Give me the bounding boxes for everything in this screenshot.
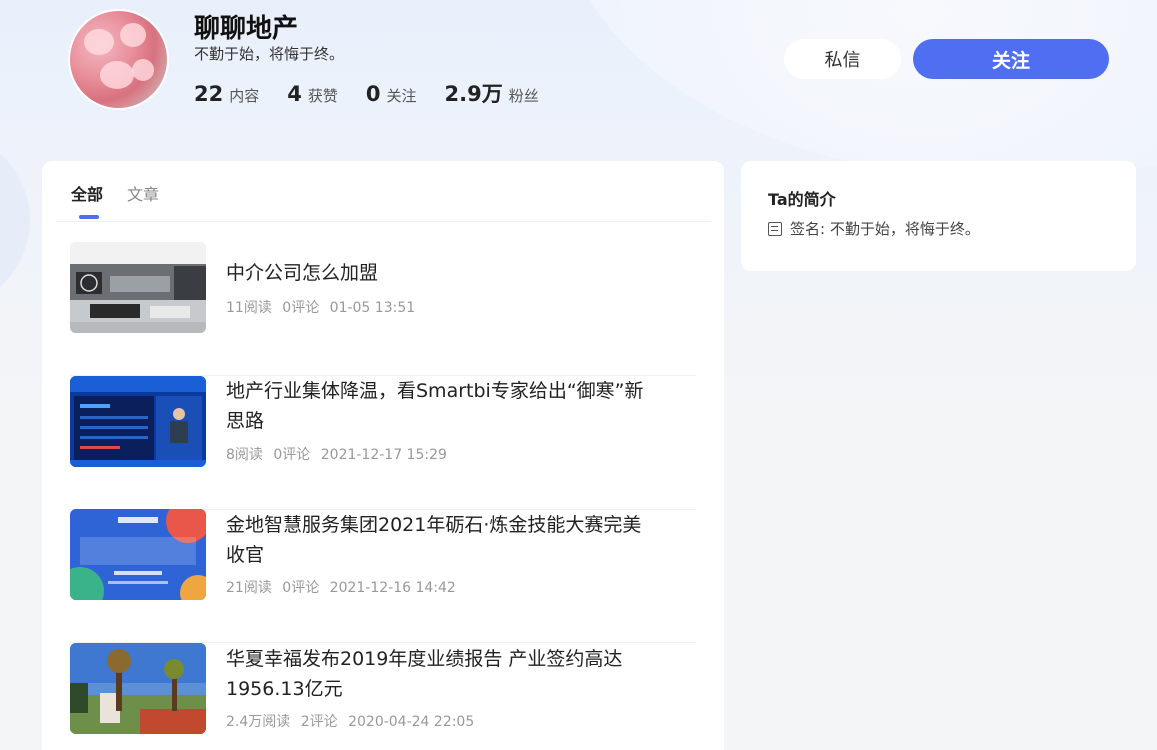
article-reads: 21阅读 [226,580,272,596]
intro-title: Ta的简介 [768,190,836,209]
article-title[interactable]: 中介公司怎么加盟 [226,258,646,288]
stat-content[interactable]: 22 内容 [194,82,259,106]
article-time: 2021-12-17 15:29 [320,447,447,463]
article-thumbnail[interactable] [70,376,206,467]
stat-label: 获赞 [307,87,338,105]
signature-icon [768,221,782,236]
article-title[interactable]: 地产行业集体降温，看Smartbi专家给出“御寒”新思路 [226,376,646,436]
profile-name: 聊聊地产 [194,14,299,44]
tab-articles[interactable]: 文章 [127,181,159,205]
list-item[interactable]: 华夏幸福发布2019年度业绩报告 产业签约高达1956.13亿元 2.4万阅读 … [70,643,696,750]
article-reads: 2.4万阅读 [226,714,291,730]
stat-label: 内容 [229,87,260,105]
stat-likes: 4 获赞 [287,82,338,106]
article-reads: 8阅读 [226,447,263,463]
intro-signature: 签名: 不勤于始，将悔于终。 [768,218,980,239]
article-comments: 0评论 [273,447,311,463]
article-comments: 0评论 [282,300,320,316]
list-item[interactable]: 地产行业集体降温，看Smartbi专家给出“御寒”新思路 8阅读 0评论 202… [70,376,696,510]
stat-followers[interactable]: 2.9万 粉丝 [445,78,539,108]
active-tab-indicator [79,215,99,219]
article-thumbnail[interactable] [70,509,206,600]
tab-all[interactable]: 全部 [71,181,103,205]
follow-button[interactable]: 关注 [913,39,1109,79]
profile-motto: 不勤于始，将悔于终。 [194,45,345,63]
article-thumbnail[interactable] [70,643,206,734]
avatar[interactable] [68,9,169,110]
content-card: 全部 文章 中介公司怎么加盟 11阅读 0评论 01-05 13:51 地产行业… [42,161,724,750]
article-time: 01-05 13:51 [329,300,416,316]
profile-stats: 22 内容 4 获赞 0 关注 2.9万 粉丝 [194,78,567,108]
article-meta: 11阅读 0评论 01-05 13:51 [226,297,421,317]
article-meta: 8阅读 0评论 2021-12-17 15:29 [226,444,453,464]
article-meta: 2.4万阅读 2评论 2020-04-24 22:05 [226,711,480,731]
message-button[interactable]: 私信 [784,39,901,79]
article-thumbnail[interactable] [70,242,206,333]
list-item[interactable]: 金地智慧服务集团2021年砺石·炼金技能大赛完美收官 21阅读 0评论 2021… [70,509,696,643]
article-meta: 21阅读 0评论 2021-12-16 14:42 [226,577,462,597]
signature-text: 签名: 不勤于始，将悔于终。 [790,220,980,238]
stat-value: 0 [365,82,381,106]
article-time: 2020-04-24 22:05 [348,714,475,730]
profile-intro-card: Ta的简介 签名: 不勤于始，将悔于终。 [741,161,1136,271]
article-comments: 2评论 [300,714,338,730]
stat-label: 关注 [386,87,417,105]
article-reads: 11阅读 [226,300,272,316]
article-title[interactable]: 金地智慧服务集团2021年砺石·炼金技能大赛完美收官 [226,510,646,570]
content-tabs: 全部 文章 [56,161,711,222]
article-time: 2021-12-16 14:42 [329,580,456,596]
article-comments: 0评论 [282,580,320,596]
stat-following[interactable]: 0 关注 [366,82,417,106]
stat-value: 22 [194,82,224,106]
article-title[interactable]: 华夏幸福发布2019年度业绩报告 产业签约高达1956.13亿元 [226,644,646,704]
list-item[interactable]: 中介公司怎么加盟 11阅读 0评论 01-05 13:51 [70,242,696,376]
stat-value: 2.9万 [444,82,503,106]
stat-value: 4 [287,82,302,106]
stat-label: 粉丝 [508,87,539,105]
